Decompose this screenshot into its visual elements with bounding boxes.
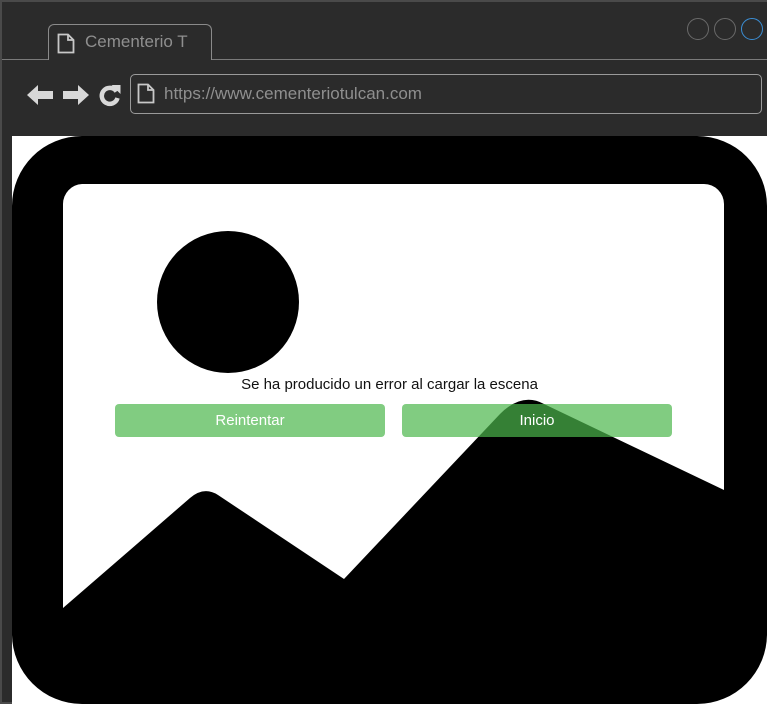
tab-cementerio[interactable]: Cementerio T [48, 24, 212, 60]
page-icon [137, 83, 155, 109]
back-arrow-icon[interactable] [26, 84, 54, 111]
reload-icon[interactable] [98, 83, 122, 112]
tab-title: Cementerio T [85, 32, 188, 51]
tab-bar: Cementerio T [2, 2, 767, 60]
error-message: Se ha producido un error al cargar la es… [241, 376, 538, 393]
forward-arrow-icon[interactable] [62, 84, 90, 111]
home-button[interactable]: Inicio [402, 404, 672, 437]
address-bar[interactable]: https://www.cementeriotulcan.com [130, 74, 762, 114]
close-button[interactable] [741, 18, 763, 40]
maximize-button[interactable] [714, 18, 736, 40]
page-icon [57, 33, 75, 59]
navigation-toolbar: https://www.cementeriotulcan.com [2, 60, 767, 136]
retry-button[interactable]: Reintentar [115, 404, 385, 437]
url-text: https://www.cementeriotulcan.com [164, 84, 422, 103]
browser-window: Cementerio T https://www.cementeriotulca… [0, 0, 767, 704]
minimize-button[interactable] [687, 18, 709, 40]
page-content: Se ha producido un error al cargar la es… [12, 136, 767, 704]
